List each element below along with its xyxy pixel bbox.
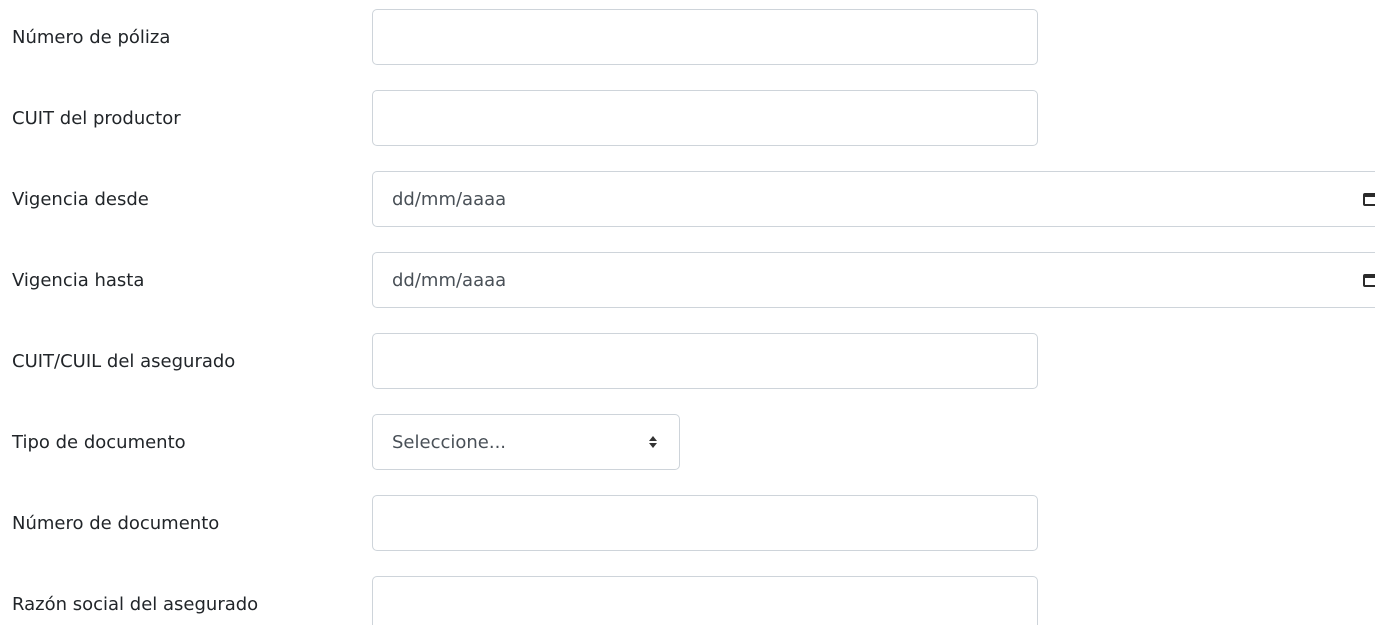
field-row-cuit-cuil-asegurado: CUIT/CUIL del asegurado	[0, 333, 1375, 391]
field-row-vigencia-hasta: Vigencia hasta dd/mm/aaaa	[0, 252, 1375, 310]
field-label-cuit-productor: CUIT del productor	[12, 108, 181, 129]
cuit-cuil-asegurado-input[interactable]	[372, 333, 1038, 389]
field-label-cuit-cuil-asegurado: CUIT/CUIL del asegurado	[12, 351, 236, 372]
calendar-icon[interactable]	[1363, 193, 1375, 206]
vigencia-hasta-placeholder: dd/mm/aaaa	[392, 270, 507, 291]
field-row-cuit-productor: CUIT del productor	[0, 90, 1375, 148]
field-row-numero-poliza: Número de póliza	[0, 9, 1375, 67]
numero-poliza-input[interactable]	[372, 9, 1038, 65]
vigencia-desde-placeholder: dd/mm/aaaa	[392, 189, 507, 210]
field-row-numero-documento: Número de documento	[0, 495, 1375, 553]
field-label-numero-documento: Número de documento	[12, 513, 220, 534]
field-label-numero-poliza: Número de póliza	[12, 27, 171, 48]
field-row-vigencia-desde: Vigencia desde dd/mm/aaaa	[0, 171, 1375, 229]
numero-documento-input[interactable]	[372, 495, 1038, 551]
field-label-razon-social-asegurado: Razón social del asegurado	[12, 594, 259, 615]
select-arrows-icon	[649, 434, 657, 450]
tipo-documento-select[interactable]: Seleccione...	[372, 414, 680, 470]
field-label-tipo-documento: Tipo de documento	[12, 432, 186, 453]
vigencia-desde-date-input[interactable]: dd/mm/aaaa	[372, 171, 1375, 227]
vigencia-hasta-date-input[interactable]: dd/mm/aaaa	[372, 252, 1375, 308]
calendar-icon[interactable]	[1363, 274, 1375, 287]
field-label-vigencia-desde: Vigencia desde	[12, 189, 149, 210]
razon-social-asegurado-input[interactable]	[372, 576, 1038, 625]
field-row-tipo-documento: Tipo de documento Seleccione...	[0, 414, 1375, 472]
cuit-productor-input[interactable]	[372, 90, 1038, 146]
tipo-documento-selected: Seleccione...	[392, 432, 507, 453]
field-row-razon-social-asegurado: Razón social del asegurado	[0, 576, 1375, 625]
field-label-vigencia-hasta: Vigencia hasta	[12, 270, 145, 291]
policy-search-form: Número de póliza CUIT del productor Vige…	[0, 0, 1375, 625]
